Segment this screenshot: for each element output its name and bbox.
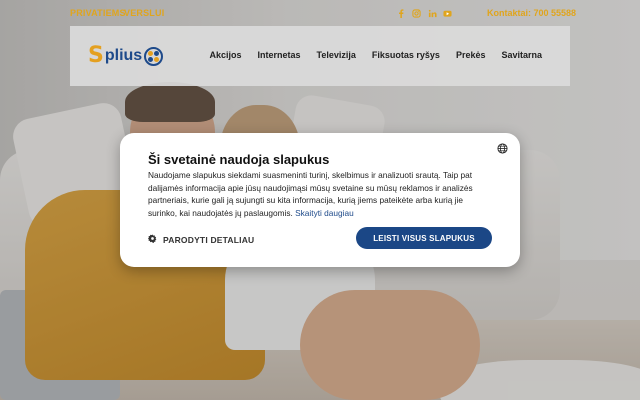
nav-item-internetas[interactable]: Internetas (258, 50, 301, 60)
site-header: S plius Akcijos Internetas Televizija Fi… (70, 26, 570, 86)
nav-item-televizija[interactable]: Televizija (317, 50, 356, 60)
linkedin-icon[interactable] (427, 8, 437, 18)
nav-item-prekes[interactable]: Prekės (456, 50, 486, 60)
show-details-button[interactable]: PARODYTI DETALIAU (148, 234, 254, 245)
logo-dots-icon (144, 46, 164, 66)
segment-business-link[interactable]: VERSLUI (124, 8, 164, 18)
cookie-consent-dialog: Ši svetainė naudoja slapukus Naudojame s… (120, 133, 520, 267)
logo-text: plius (104, 47, 143, 64)
show-details-label: PARODYTI DETALIAU (163, 234, 255, 245)
cookie-dialog-text: Naudojame slapukus siekdami suasmeninti … (148, 169, 488, 219)
logo-letter: S (88, 43, 104, 68)
splius-logo[interactable]: S plius (88, 43, 164, 68)
instagram-icon[interactable] (411, 8, 421, 18)
read-more-link[interactable]: Skaityti daugiau (295, 208, 354, 218)
globe-icon[interactable] (497, 141, 508, 154)
contacts-phone[interactable]: Kontaktai: 700 55588 (487, 8, 576, 18)
cookie-dialog-title: Ši svetainė naudoja slapukus (148, 152, 330, 167)
allow-all-cookies-button[interactable]: LEISTI VISUS SLAPUKUS (356, 227, 492, 249)
gear-icon (148, 234, 157, 245)
nav-item-fiksuotas-rysys[interactable]: Fiksuotas ryšys (372, 50, 440, 60)
nav-item-akcijos[interactable]: Akcijos (210, 50, 242, 60)
segment-private-link[interactable]: PRIVATIEMS (70, 8, 126, 18)
main-nav: Akcijos Internetas Televizija Fiksuotas … (210, 50, 543, 60)
nav-item-savitarna[interactable]: Savitarna (501, 50, 542, 60)
youtube-icon[interactable] (442, 8, 452, 18)
top-bar: PRIVATIEMS VERSLUI Kontaktai: 700 55588 (0, 0, 640, 26)
facebook-icon[interactable] (396, 8, 406, 18)
